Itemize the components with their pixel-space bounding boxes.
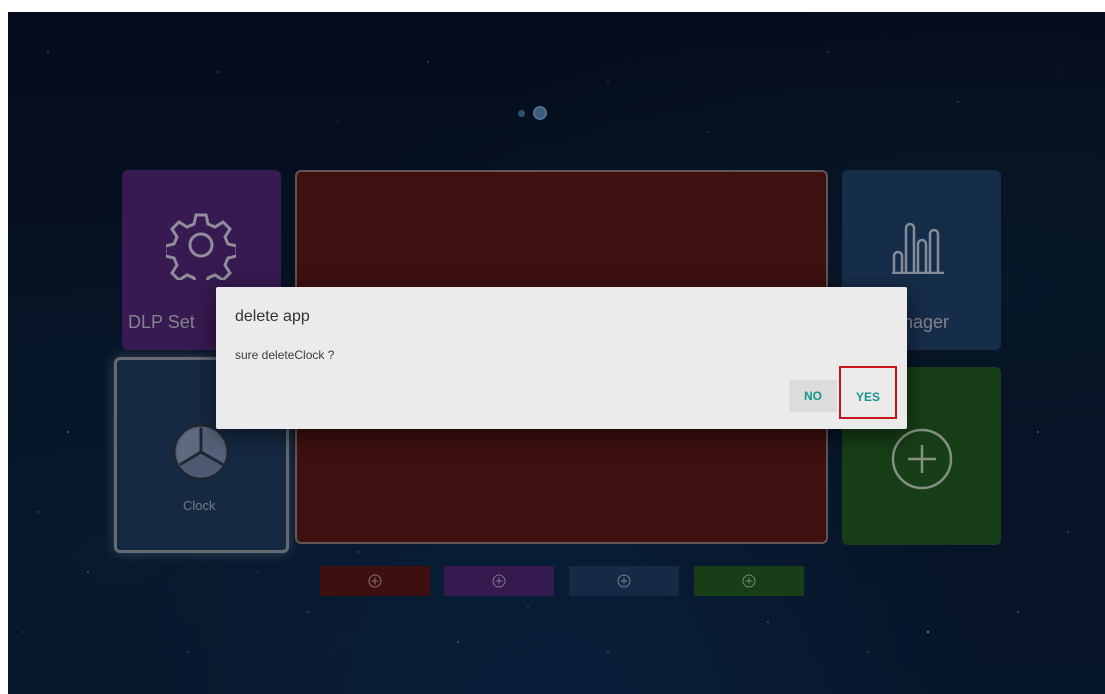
- plus-circle-icon: [742, 574, 756, 588]
- dialog-message: sure deleteClock ?: [235, 348, 335, 362]
- yes-button[interactable]: YES: [843, 381, 893, 412]
- plus-circle-icon: [368, 574, 382, 588]
- dock-slot-3[interactable]: [569, 566, 679, 596]
- dialog-title: delete app: [235, 308, 310, 325]
- plus-circle-icon: [492, 574, 506, 588]
- gear-icon: [166, 213, 236, 280]
- delete-app-dialog: delete app sure deleteClock ? NO YES: [216, 287, 907, 429]
- dock-slot-2[interactable]: [444, 566, 554, 596]
- plus-circle-icon: [617, 574, 631, 588]
- clock-icon: [172, 423, 230, 481]
- bar-chart-icon: [892, 222, 944, 274]
- page-dot-inactive[interactable]: [518, 109, 525, 117]
- dock-slot-1[interactable]: [320, 566, 430, 596]
- plus-circle-icon: [891, 428, 953, 490]
- no-button[interactable]: NO: [789, 380, 837, 412]
- tile-dlp-settings-label: DLP Set: [128, 312, 195, 332]
- page-indicator: [518, 106, 547, 120]
- tile-clock-label: Clock: [183, 498, 216, 513]
- launcher-screen: DLP Set Manager Clock delete app sure de…: [8, 12, 1105, 694]
- page-dot-active[interactable]: [533, 106, 547, 120]
- dock-slot-4[interactable]: [694, 566, 804, 596]
